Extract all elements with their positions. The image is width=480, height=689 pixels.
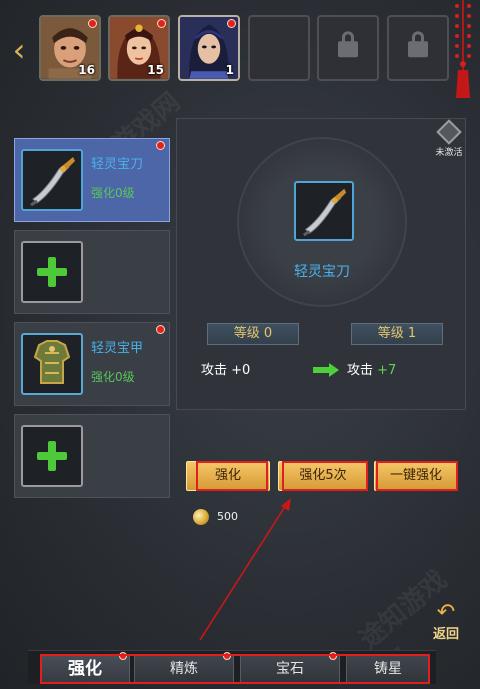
return-label: 返回 <box>432 627 459 642</box>
return-arrow-icon: ↶ <box>436 600 456 625</box>
annotation-arrow-icon <box>199 498 291 641</box>
annotation-box <box>40 654 430 684</box>
return-button[interactable]: ↶ 返回 <box>424 600 468 643</box>
